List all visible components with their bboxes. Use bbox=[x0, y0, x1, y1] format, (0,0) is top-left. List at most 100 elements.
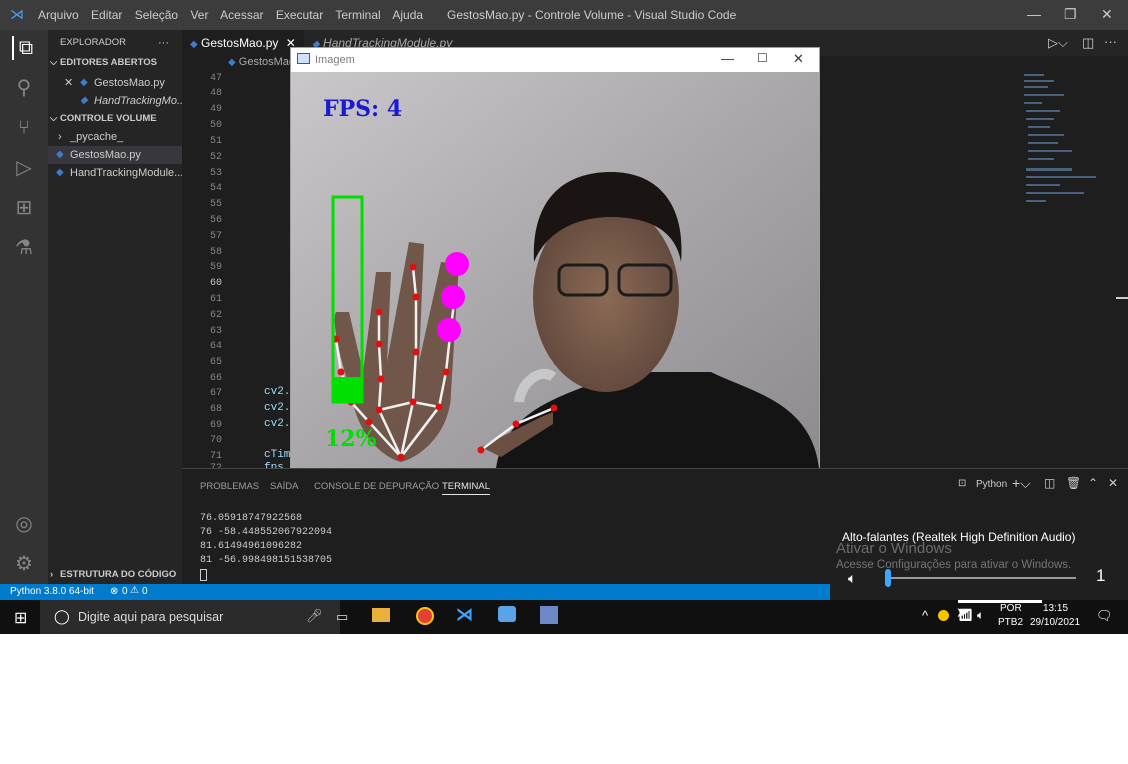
outline-section[interactable]: › ESTRUTURA DO CÓDIGO bbox=[48, 566, 182, 584]
open-editor-item[interactable]: ✕ ◆ GestosMao.py bbox=[48, 74, 182, 92]
volume-slider-track[interactable] bbox=[885, 569, 1076, 587]
line-number: 54 bbox=[209, 183, 222, 194]
settings-gear-icon[interactable]: ⚙ bbox=[12, 552, 36, 576]
run-icon[interactable]: ▷⌵ bbox=[1048, 35, 1068, 51]
line-number: 58 bbox=[209, 247, 222, 258]
menu-item[interactable]: Arquivo bbox=[38, 8, 79, 22]
scrollbar-marker[interactable] bbox=[1116, 297, 1128, 299]
folder-section[interactable]: ⌵ CONTROLE VOLUME bbox=[48, 110, 182, 128]
testing-icon[interactable]: ⚗ bbox=[12, 236, 36, 260]
tab-gestosmao[interactable]: ◆ GestosMao.py ✕ bbox=[182, 30, 304, 56]
notifications-icon[interactable]: 🗨︎ bbox=[1096, 608, 1113, 624]
code-line[interactable]: cv2. bbox=[264, 418, 290, 430]
task-view-icon[interactable]: ▭ bbox=[336, 609, 348, 625]
file-explorer-icon[interactable] bbox=[372, 608, 390, 622]
chevron-right-icon: › bbox=[50, 569, 54, 580]
new-terminal-icon[interactable]: +⌵ bbox=[1012, 475, 1031, 492]
chevron-down-icon: ⌵ bbox=[50, 57, 58, 68]
more-actions-icon[interactable]: ··· bbox=[158, 34, 169, 52]
split-editor-icon[interactable]: ◫ bbox=[1082, 35, 1094, 51]
menu-item[interactable]: Seleção bbox=[135, 8, 178, 22]
close-icon[interactable]: ✕ bbox=[793, 51, 804, 67]
menu-item[interactable]: Ajuda bbox=[392, 8, 423, 22]
clock-time[interactable]: 13:15 bbox=[1043, 603, 1068, 614]
run-debug-icon[interactable]: ▷ bbox=[12, 156, 36, 180]
maximize-icon[interactable]: ☐ bbox=[757, 51, 768, 65]
image-window[interactable]: Imagem — ☐ ✕ FPS: 4 12% bbox=[290, 47, 820, 469]
line-number: 68 bbox=[209, 404, 222, 415]
terminal-cursor[interactable] bbox=[200, 569, 207, 581]
python-interpreter[interactable]: Python 3.8.0 64-bit bbox=[10, 586, 94, 597]
maximize-panel-icon[interactable]: ⌃ bbox=[1088, 476, 1098, 490]
terminal-line: 81.61494961096282 bbox=[200, 541, 303, 552]
tray-app-icon[interactable] bbox=[938, 610, 949, 621]
search-placeholder: Digite aqui para pesquisar bbox=[78, 610, 224, 624]
close-icon[interactable]: ✕ bbox=[1101, 6, 1113, 23]
error-count[interactable]: 0 bbox=[122, 586, 128, 597]
code-line[interactable]: cv2. bbox=[264, 386, 290, 398]
volume-slider-thumb[interactable] bbox=[885, 569, 891, 587]
tab-problems[interactable]: PROBLEMAS bbox=[200, 481, 259, 492]
microphone-icon[interactable]: 🎤︎ bbox=[306, 608, 323, 624]
tab-terminal[interactable]: TERMINAL bbox=[442, 481, 491, 495]
split-terminal-icon[interactable]: ◫ bbox=[1044, 476, 1055, 490]
line-number: 62 bbox=[209, 310, 222, 321]
minimize-icon[interactable]: — bbox=[1027, 6, 1041, 22]
speaker-volume-icon[interactable]: 🔈︎ bbox=[848, 570, 856, 587]
windows-start-icon[interactable]: ⊞ bbox=[14, 608, 27, 628]
taskbar-search-box[interactable]: ◯ Digite aqui para pesquisar 🎤︎ bbox=[40, 600, 340, 634]
close-panel-icon[interactable]: ✕ bbox=[1108, 476, 1118, 490]
extensions-icon[interactable]: ⊞ bbox=[12, 196, 36, 220]
window-title: GestosMao.py - Controle Volume - Visual … bbox=[447, 8, 737, 22]
camera-app-icon[interactable] bbox=[498, 606, 516, 622]
more-actions-icon[interactable]: ··· bbox=[1104, 34, 1117, 49]
menu-item[interactable]: Terminal bbox=[335, 8, 380, 22]
volume-flyout[interactable]: Alto-falantes (Realtek High Definition A… bbox=[830, 518, 1128, 600]
open-editors-section[interactable]: ⌵ EDITORES ABERTOS bbox=[48, 54, 182, 72]
menu-item[interactable]: Ver bbox=[190, 8, 208, 22]
menu-item[interactable]: Acessar bbox=[220, 8, 263, 22]
code-line[interactable]: cTim bbox=[264, 449, 290, 461]
code-line[interactable]: cv2. bbox=[264, 402, 290, 414]
vscode-logo-icon: ⋊ bbox=[10, 6, 24, 22]
chevron-up-icon[interactable]: ^ bbox=[922, 608, 928, 623]
python-file-icon: ◆ bbox=[80, 95, 88, 106]
file-item-selected[interactable]: ◆ GestosMao.py bbox=[48, 146, 182, 164]
line-number: 49 bbox=[209, 104, 222, 115]
keyboard-layout[interactable]: PTB2 bbox=[998, 617, 1023, 628]
fingertip-marker bbox=[445, 252, 469, 276]
clock-date[interactable]: 29/10/2021 bbox=[1030, 617, 1080, 628]
explorer-sidebar: EXPLORADOR ··· ⌵ EDITORES ABERTOS ✕ ◆ Ge… bbox=[48, 30, 182, 584]
warning-count[interactable]: 0 bbox=[142, 586, 148, 597]
speaker-icon[interactable]: 🔈︎ bbox=[977, 608, 984, 623]
image-window-title: Imagem bbox=[315, 54, 355, 66]
tab-output[interactable]: SAÍDA bbox=[270, 481, 299, 492]
image-window-titlebar[interactable]: Imagem — ☐ ✕ bbox=[291, 48, 819, 72]
chrome-icon[interactable] bbox=[416, 607, 434, 625]
restore-icon[interactable]: ❐ bbox=[1064, 6, 1077, 23]
search-icon[interactable]: ⚲ bbox=[12, 76, 36, 100]
line-number: 59 bbox=[209, 262, 222, 273]
terminal-shell-selector[interactable]: Python bbox=[976, 479, 1007, 490]
volume-bar-fill bbox=[333, 377, 362, 402]
input-language[interactable]: POR bbox=[1000, 603, 1022, 614]
close-icon[interactable]: ✕ bbox=[64, 74, 73, 92]
line-number: 57 bbox=[209, 231, 222, 242]
folder-item[interactable]: › _pycache_ bbox=[48, 128, 182, 146]
vscode-taskbar-icon[interactable]: ⋊ bbox=[456, 605, 473, 625]
file-item[interactable]: ◆ HandTrackingModule.... bbox=[48, 164, 182, 182]
minimize-icon[interactable]: — bbox=[721, 51, 734, 66]
minimap[interactable] bbox=[1022, 72, 1102, 212]
activity-bar: ⧉ ⚲ ⑂ ▷ ⊞ ⚗ ◎ ⚙ bbox=[0, 30, 48, 584]
open-editor-item[interactable]: ◆ HandTrackingMo... bbox=[48, 92, 182, 110]
python-app-icon[interactable] bbox=[540, 606, 558, 624]
tab-debug-console[interactable]: CONSOLE DE DEPURAÇÃO bbox=[314, 481, 439, 492]
source-control-icon[interactable]: ⑂ bbox=[12, 116, 36, 140]
explorer-title: EXPLORADOR bbox=[60, 37, 126, 48]
python-file-icon: ◆ bbox=[80, 77, 88, 88]
account-icon[interactable]: ◎ bbox=[12, 512, 36, 536]
menu-item[interactable]: Editar bbox=[91, 8, 122, 22]
menu-item[interactable]: Executar bbox=[276, 8, 323, 22]
trash-icon[interactable]: 🗑 bbox=[1066, 476, 1081, 490]
explorer-icon[interactable]: ⧉ bbox=[12, 36, 38, 60]
